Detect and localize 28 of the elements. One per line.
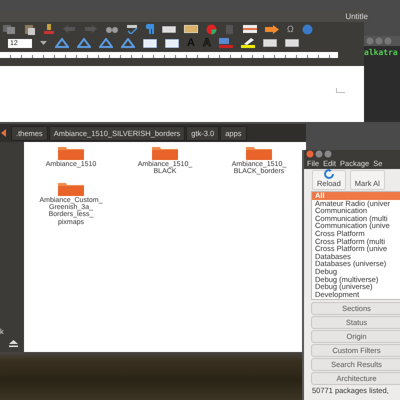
globe-icon[interactable] — [302, 24, 313, 34]
arrow-right-icon[interactable] — [265, 24, 279, 34]
binoculars-icon[interactable] — [106, 25, 118, 33]
dropdown-icon[interactable] — [40, 41, 47, 45]
terminal-text: alkatra — [364, 48, 399, 57]
special-character-button[interactable]: Ω — [287, 24, 294, 34]
highlighter-icon[interactable] — [240, 38, 255, 48]
font-shape-icon[interactable] — [77, 38, 91, 48]
spellcheck-icon[interactable] — [126, 24, 138, 34]
copy-icon[interactable] — [2, 24, 16, 34]
folder-icon[interactable] — [57, 182, 85, 196]
folder-icon[interactable] — [151, 146, 179, 160]
paste-icon[interactable] — [24, 24, 36, 34]
font-shape-icon[interactable] — [55, 38, 69, 48]
arrow-left-icon[interactable] — [1, 129, 6, 137]
folder-icon[interactable] — [245, 146, 273, 160]
window-title: Untitle — [345, 12, 368, 20]
folder-icon[interactable] — [57, 146, 85, 160]
pie-chart-icon[interactable] — [206, 24, 217, 34]
page-break-icon[interactable] — [243, 25, 257, 33]
font-color-icon[interactable] — [218, 38, 233, 48]
eject-icon[interactable] — [9, 340, 18, 347]
font-shape-icon[interactable] — [99, 38, 113, 48]
font-shape-icon[interactable] — [121, 38, 135, 48]
brush-icon[interactable] — [44, 24, 54, 34]
margin-corner-icon — [336, 88, 345, 93]
reload-icon[interactable] — [324, 169, 334, 179]
pilcrow-icon[interactable] — [146, 24, 154, 34]
